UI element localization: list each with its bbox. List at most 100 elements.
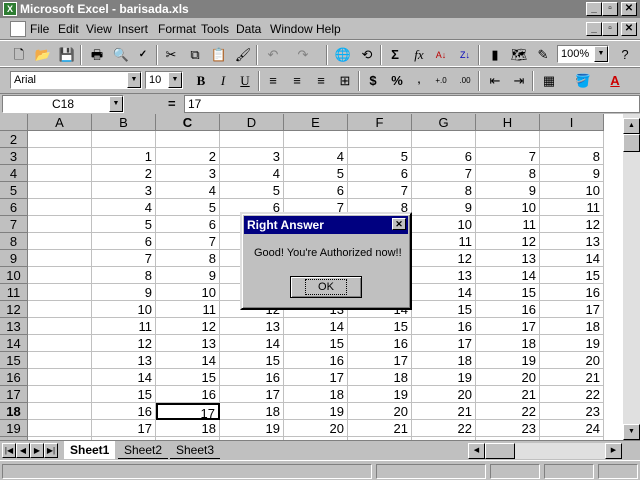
minimize-button[interactable]: _ [586, 2, 602, 16]
menu-window[interactable]: Window [270, 22, 313, 36]
sheet-tab-sheet2[interactable]: Sheet2 [118, 441, 169, 459]
first-sheet-icon[interactable]: |◀ [2, 443, 16, 458]
table-cell[interactable]: 12 [156, 318, 220, 335]
table-cell[interactable]: 9 [476, 182, 540, 199]
column-header[interactable]: G [412, 114, 476, 131]
table-cell[interactable] [28, 352, 92, 369]
table-cell[interactable]: 3 [92, 182, 156, 199]
table-cell[interactable]: 9 [412, 199, 476, 216]
table-cell[interactable]: 21 [540, 369, 604, 386]
column-header[interactable]: A [28, 114, 92, 131]
autosum-icon[interactable]: Σ [384, 45, 406, 65]
paste-function-icon[interactable]: fx [408, 45, 430, 65]
table-cell[interactable]: 21 [412, 403, 476, 420]
table-cell[interactable]: 8 [540, 148, 604, 165]
table-cell[interactable]: 14 [284, 318, 348, 335]
row-header[interactable]: 8 [0, 233, 28, 250]
table-cell[interactable]: 5 [348, 148, 412, 165]
table-cell[interactable]: 13 [220, 318, 284, 335]
table-cell[interactable]: 4 [156, 182, 220, 199]
table-cell[interactable] [28, 131, 92, 148]
save-icon[interactable]: 💾 [56, 45, 78, 65]
table-cell[interactable]: 6 [284, 182, 348, 199]
row-header[interactable]: 7 [0, 216, 28, 233]
table-cell[interactable]: 7 [92, 250, 156, 267]
table-cell[interactable]: 19 [540, 335, 604, 352]
column-header[interactable]: F [348, 114, 412, 131]
doc-close-button[interactable]: ✕ [621, 22, 637, 36]
table-cell[interactable] [28, 284, 92, 301]
ok-button[interactable]: OK [290, 276, 362, 298]
table-cell[interactable]: 9 [540, 165, 604, 182]
table-cell[interactable]: 23 [476, 420, 540, 437]
menu-edit[interactable]: Edit [58, 22, 79, 36]
table-cell[interactable]: 16 [412, 318, 476, 335]
table-cell[interactable]: 21 [476, 386, 540, 403]
table-cell[interactable]: 11 [540, 199, 604, 216]
table-cell[interactable] [28, 216, 92, 233]
formula-equals-sign[interactable]: = [168, 96, 176, 111]
row-header[interactable]: 11 [0, 284, 28, 301]
table-cell[interactable]: 17 [92, 420, 156, 437]
table-cell[interactable]: 12 [412, 250, 476, 267]
cut-icon[interactable]: ✂ [160, 45, 182, 65]
select-all-corner[interactable] [0, 114, 28, 131]
table-cell[interactable]: 14 [412, 284, 476, 301]
row-header[interactable]: 6 [0, 199, 28, 216]
table-cell[interactable]: 3 [220, 148, 284, 165]
table-cell[interactable] [476, 131, 540, 148]
table-cell[interactable]: 20 [284, 420, 348, 437]
column-header[interactable]: H [476, 114, 540, 131]
currency-icon[interactable]: $ [362, 71, 384, 91]
row-header[interactable]: 17 [0, 386, 28, 403]
restore-button[interactable]: ▫ [602, 2, 618, 16]
table-cell[interactable]: 10 [540, 182, 604, 199]
column-header[interactable]: I [540, 114, 604, 131]
column-header[interactable]: D [220, 114, 284, 131]
sort-descending-icon[interactable]: Z↓ [454, 45, 476, 65]
undo-icon[interactable]: ↶ [262, 45, 284, 65]
table-cell[interactable]: 17 [220, 386, 284, 403]
table-cell[interactable]: 4 [284, 148, 348, 165]
column-header[interactable]: C [156, 114, 220, 131]
table-cell[interactable] [284, 131, 348, 148]
row-header[interactable]: 19 [0, 420, 28, 437]
table-cell[interactable]: 19 [412, 369, 476, 386]
menu-help[interactable]: Help [316, 22, 341, 36]
table-cell[interactable]: 17 [348, 352, 412, 369]
table-cell[interactable]: 22 [412, 420, 476, 437]
table-cell[interactable]: 15 [284, 335, 348, 352]
menu-data[interactable]: Data [236, 22, 261, 36]
menu-insert[interactable]: Insert [118, 22, 148, 36]
table-cell[interactable]: 18 [540, 318, 604, 335]
table-cell[interactable]: 14 [540, 250, 604, 267]
borders-icon[interactable]: ▦ [538, 71, 560, 91]
dialog-close-icon[interactable]: ✕ [392, 218, 406, 230]
hyperlink-icon[interactable]: 🌐 [332, 45, 354, 65]
table-cell[interactable]: 18 [412, 352, 476, 369]
decrease-decimal-icon[interactable]: .00 [454, 71, 476, 91]
menu-file[interactable]: File [30, 22, 49, 36]
row-header[interactable]: 3 [0, 148, 28, 165]
scroll-up-icon[interactable]: ▲ [623, 118, 640, 134]
table-cell[interactable] [28, 165, 92, 182]
table-cell[interactable] [28, 420, 92, 437]
table-cell[interactable]: 13 [156, 335, 220, 352]
table-cell[interactable]: 2 [156, 148, 220, 165]
row-header[interactable]: 12 [0, 301, 28, 318]
table-cell[interactable]: 22 [476, 403, 540, 420]
horizontal-scrollbar[interactable]: ◀ ▶ [468, 443, 622, 459]
table-cell[interactable]: 20 [476, 369, 540, 386]
table-cell[interactable]: 16 [476, 301, 540, 318]
font-name-dropdown[interactable]: Arial ▼ [10, 71, 142, 89]
table-cell[interactable] [540, 131, 604, 148]
table-cell[interactable]: 6 [412, 148, 476, 165]
table-cell[interactable]: 17 [412, 335, 476, 352]
sheet-tab-sheet3[interactable]: Sheet3 [170, 441, 221, 459]
table-cell[interactable]: 20 [540, 352, 604, 369]
table-cell[interactable]: 13 [540, 233, 604, 250]
table-cell[interactable] [28, 335, 92, 352]
table-cell[interactable]: 20 [348, 403, 412, 420]
table-cell[interactable]: 1 [92, 148, 156, 165]
row-header[interactable]: 13 [0, 318, 28, 335]
